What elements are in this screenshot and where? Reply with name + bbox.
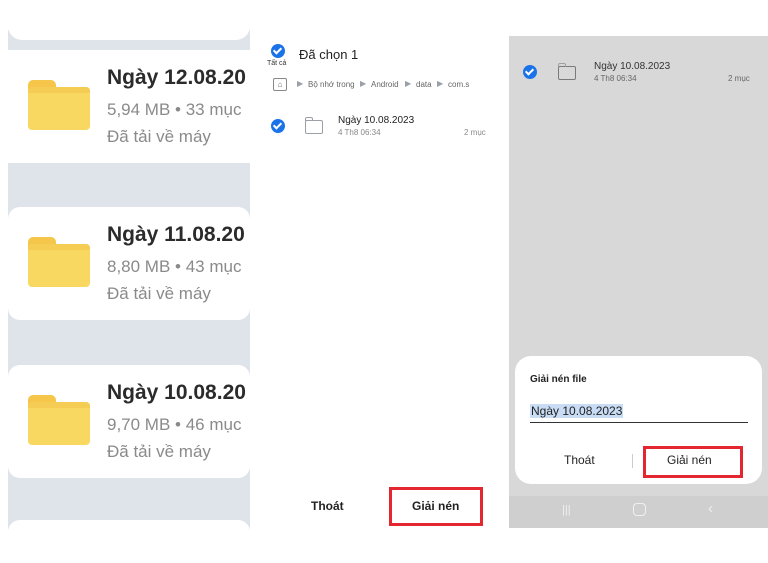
chevron-right-icon: ▶ [297, 79, 304, 88]
select-all-checkbox[interactable] [271, 44, 285, 58]
folder-title: Ngày 11.08.20 [107, 223, 245, 246]
item-checkbox[interactable] [523, 65, 537, 79]
folder-card[interactable]: Ngày 11.08.20 8,80 MB • 43 mục Đã tải về… [8, 207, 250, 320]
breadcrumb-item[interactable]: com.s [448, 80, 469, 89]
extract-button[interactable]: Giải nén [412, 499, 459, 513]
card-next [8, 520, 250, 530]
extract-dialog-screen: Ngày 10.08.2023 4 Th8 06:34 2 mục Giải n… [509, 36, 768, 528]
folder-icon [304, 117, 323, 134]
download-status: Đã tải về máy [107, 284, 211, 303]
item-name: Ngày 10.08.2023 [338, 115, 415, 126]
folder-icon [557, 63, 576, 80]
item-count: 2 mục [728, 74, 750, 83]
item-checkbox[interactable] [271, 119, 285, 133]
cancel-button[interactable]: Thoát [311, 499, 344, 513]
folder-icon [28, 80, 90, 130]
folder-icon [28, 237, 90, 287]
select-all-label: Tất cả [267, 60, 287, 67]
folder-title: Ngày 10.08.20 [107, 381, 246, 404]
filename-input[interactable]: Ngày 10.08.2023 [530, 402, 748, 423]
extract-dialog: Giải nén file Ngày 10.08.2023 Thoát Giải… [515, 356, 762, 484]
item-name: Ngày 10.08.2023 [594, 61, 671, 72]
folder-meta: 9,70 MB • 46 mục [107, 415, 242, 434]
item-date: 4 Th8 06:34 [594, 74, 637, 83]
breadcrumb-item[interactable]: Android [371, 80, 399, 89]
navigation-bar: ||| ‹ [509, 496, 768, 528]
dialog-title: Giải nén file [530, 374, 587, 385]
button-divider [632, 454, 633, 468]
recents-icon[interactable]: ||| [562, 504, 571, 516]
chevron-right-icon: ▶ [405, 79, 412, 88]
chevron-right-icon: ▶ [437, 79, 444, 88]
breadcrumb-item[interactable]: Bộ nhớ trong [308, 80, 355, 89]
home-icon[interactable] [633, 503, 646, 516]
file-list-panel: Ngày 12.08.20 5,94 MB • 33 mục Đã tải về… [8, 30, 250, 530]
download-status: Đã tải về máy [107, 127, 211, 146]
folder-meta: 8,80 MB • 43 mục [107, 257, 242, 276]
folder-title: Ngày 12.08.20 [107, 66, 246, 89]
cancel-button[interactable]: Thoát [564, 453, 595, 467]
breadcrumb-item[interactable]: data [416, 80, 432, 89]
folder-card[interactable]: Ngày 10.08.20 9,70 MB • 46 mục Đã tải về… [8, 365, 250, 478]
selection-panel: Tất cả Đã chọn 1 ⌂ ▶ Bộ nhớ trong ▶ Andr… [256, 30, 506, 530]
folder-meta: 5,94 MB • 33 mục [107, 100, 242, 119]
breadcrumb: ⌂ ▶ Bộ nhớ trong ▶ Android ▶ data ▶ com.… [273, 78, 503, 92]
home-icon[interactable]: ⌂ [273, 78, 287, 91]
chevron-right-icon: ▶ [360, 79, 367, 88]
back-icon[interactable]: ‹ [708, 500, 713, 517]
item-count: 2 mục [464, 128, 486, 137]
extract-button[interactable]: Giải nén [667, 453, 712, 467]
list-item[interactable]: Ngày 10.08.2023 4 Th8 06:34 2 mục [509, 56, 768, 86]
download-status: Đã tải về máy [107, 442, 211, 461]
selection-title: Đã chọn 1 [299, 47, 359, 62]
item-date: 4 Th8 06:34 [338, 128, 381, 137]
filename-value: Ngày 10.08.2023 [530, 404, 624, 418]
folder-icon [28, 395, 90, 445]
folder-card[interactable]: Ngày 12.08.20 5,94 MB • 33 mục Đã tải về… [8, 50, 250, 163]
list-item[interactable]: Ngày 10.08.2023 4 Th8 06:34 2 mục [256, 110, 506, 140]
card-previous [8, 30, 250, 40]
